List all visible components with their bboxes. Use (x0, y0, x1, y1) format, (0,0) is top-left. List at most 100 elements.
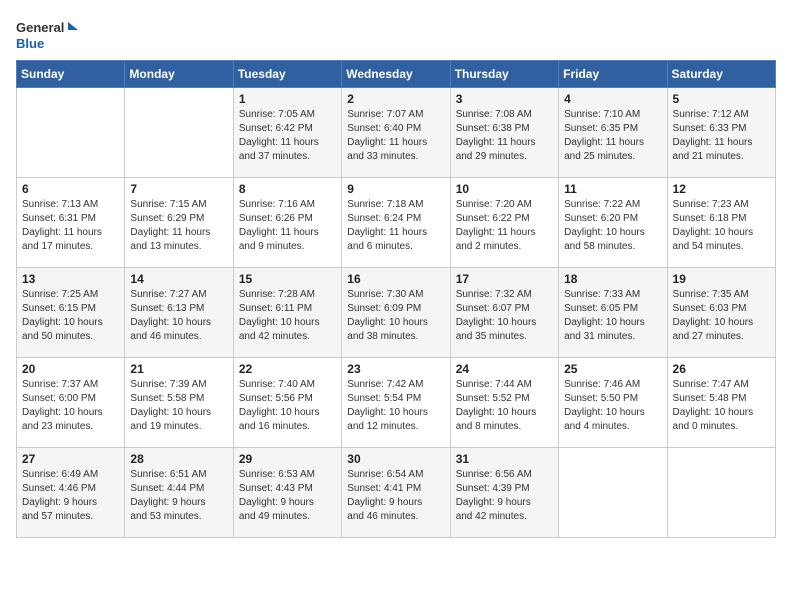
day-number: 29 (239, 452, 336, 466)
day-number: 5 (673, 92, 770, 106)
day-info: Sunrise: 6:54 AM Sunset: 4:41 PM Dayligh… (347, 468, 444, 524)
day-info: Sunrise: 7:12 AM Sunset: 6:33 PM Dayligh… (673, 108, 770, 164)
day-info: Sunrise: 7:16 AM Sunset: 6:26 PM Dayligh… (239, 198, 336, 254)
day-info: Sunrise: 6:49 AM Sunset: 4:46 PM Dayligh… (22, 468, 119, 524)
calendar-day-cell: 23 Sunrise: 7:42 AM Sunset: 5:54 PM Dayli… (342, 358, 450, 448)
calendar-day-cell: 19Sunrise: 7:35 AM Sunset: 6:03 PM Dayli… (667, 268, 775, 358)
calendar-day-cell: 7 Sunrise: 7:15 AM Sunset: 6:29 PM Daylig… (125, 178, 233, 268)
calendar-day-cell: 10 Sunrise: 7:20 AM Sunset: 6:22 PM Dayli… (450, 178, 558, 268)
calendar-day-cell: 25 Sunrise: 7:46 AM Sunset: 5:50 PM Dayli… (559, 358, 667, 448)
calendar-day-cell: 5 Sunrise: 7:12 AM Sunset: 6:33 PM Daylig… (667, 88, 775, 178)
logo: GeneralBlue (16, 16, 81, 52)
day-number: 17 (456, 272, 553, 286)
day-number: 3 (456, 92, 553, 106)
calendar-day-cell: 6Sunrise: 7:13 AM Sunset: 6:31 PM Daylig… (17, 178, 125, 268)
day-info: Sunrise: 7:33 AM Sunset: 6:05 PM Dayligh… (564, 288, 661, 344)
calendar-day-cell: 2Sunrise: 7:07 AM Sunset: 6:40 PM Daylig… (342, 88, 450, 178)
day-number: 27 (22, 452, 119, 466)
day-info: Sunrise: 7:37 AM Sunset: 6:00 PM Dayligh… (22, 378, 119, 434)
day-number: 30 (347, 452, 444, 466)
day-info: Sunrise: 7:46 AM Sunset: 5:50 PM Dayligh… (564, 378, 661, 434)
day-number: 1 (239, 92, 336, 106)
calendar-day-cell: 31 Sunrise: 6:56 AM Sunset: 4:39 PM Dayli… (450, 448, 558, 538)
day-info: Sunrise: 6:56 AM Sunset: 4:39 PM Dayligh… (456, 468, 553, 524)
calendar-header-cell: Sunday (17, 61, 125, 88)
day-number: 21 (130, 362, 227, 376)
calendar-day-cell: 30 Sunrise: 6:54 AM Sunset: 4:41 PM Dayli… (342, 448, 450, 538)
day-info: Sunrise: 7:42 AM Sunset: 5:54 PM Dayligh… (347, 378, 444, 434)
calendar-header-cell: Saturday (667, 61, 775, 88)
day-info: Sunrise: 7:18 AM Sunset: 6:24 PM Dayligh… (347, 198, 444, 254)
calendar-day-cell: 14 Sunrise: 7:27 AM Sunset: 6:13 PM Dayli… (125, 268, 233, 358)
day-number: 11 (564, 182, 661, 196)
logo-icon: GeneralBlue (16, 16, 81, 52)
day-number: 7 (130, 182, 227, 196)
calendar-day-cell: 1 Sunrise: 7:05 AM Sunset: 6:42 PM Daylig… (233, 88, 341, 178)
calendar-day-cell: 9Sunrise: 7:18 AM Sunset: 6:24 PM Daylig… (342, 178, 450, 268)
calendar-header-row: SundayMondayTuesdayWednesdayThursdayFrid… (17, 61, 776, 88)
calendar-day-cell: 20 Sunrise: 7:37 AM Sunset: 6:00 PM Dayli… (17, 358, 125, 448)
day-info: Sunrise: 7:05 AM Sunset: 6:42 PM Dayligh… (239, 108, 336, 164)
day-number: 8 (239, 182, 336, 196)
calendar-day-cell: 13 Sunrise: 7:25 AM Sunset: 6:15 PM Dayli… (17, 268, 125, 358)
calendar-day-cell: 28Sunrise: 6:51 AM Sunset: 4:44 PM Dayli… (125, 448, 233, 538)
calendar-day-cell: 15Sunrise: 7:28 AM Sunset: 6:11 PM Dayli… (233, 268, 341, 358)
day-info: Sunrise: 7:10 AM Sunset: 6:35 PM Dayligh… (564, 108, 661, 164)
day-number: 19 (673, 272, 770, 286)
calendar-day-cell: 8 Sunrise: 7:16 AM Sunset: 6:26 PM Daylig… (233, 178, 341, 268)
calendar-day-cell (559, 448, 667, 538)
calendar-day-cell: 21Sunrise: 7:39 AM Sunset: 5:58 PM Dayli… (125, 358, 233, 448)
day-number: 28 (130, 452, 227, 466)
calendar-header-cell: Friday (559, 61, 667, 88)
calendar-day-cell: 12 Sunrise: 7:23 AM Sunset: 6:18 PM Dayli… (667, 178, 775, 268)
day-number: 4 (564, 92, 661, 106)
day-number: 10 (456, 182, 553, 196)
day-number: 16 (347, 272, 444, 286)
calendar-day-cell: 22 Sunrise: 7:40 AM Sunset: 5:56 PM Dayli… (233, 358, 341, 448)
calendar-day-cell: 16 Sunrise: 7:30 AM Sunset: 6:09 PM Dayli… (342, 268, 450, 358)
day-number: 15 (239, 272, 336, 286)
day-number: 13 (22, 272, 119, 286)
svg-text:General: General (16, 20, 64, 35)
day-info: Sunrise: 6:53 AM Sunset: 4:43 PM Dayligh… (239, 468, 336, 524)
calendar-week-row: 1 Sunrise: 7:05 AM Sunset: 6:42 PM Daylig… (17, 88, 776, 178)
calendar-header-cell: Tuesday (233, 61, 341, 88)
day-info: Sunrise: 7:08 AM Sunset: 6:38 PM Dayligh… (456, 108, 553, 164)
calendar-header-cell: Thursday (450, 61, 558, 88)
day-number: 23 (347, 362, 444, 376)
calendar-day-cell (17, 88, 125, 178)
day-number: 31 (456, 452, 553, 466)
calendar-day-cell: 18 Sunrise: 7:33 AM Sunset: 6:05 PM Dayli… (559, 268, 667, 358)
day-number: 22 (239, 362, 336, 376)
day-number: 6 (22, 182, 119, 196)
day-info: Sunrise: 7:15 AM Sunset: 6:29 PM Dayligh… (130, 198, 227, 254)
calendar-week-row: 13 Sunrise: 7:25 AM Sunset: 6:15 PM Dayli… (17, 268, 776, 358)
day-info: Sunrise: 7:40 AM Sunset: 5:56 PM Dayligh… (239, 378, 336, 434)
day-info: Sunrise: 7:44 AM Sunset: 5:52 PM Dayligh… (456, 378, 553, 434)
day-number: 20 (22, 362, 119, 376)
calendar-header-cell: Wednesday (342, 61, 450, 88)
calendar-day-cell: 26Sunrise: 7:47 AM Sunset: 5:48 PM Dayli… (667, 358, 775, 448)
calendar-day-cell: 29 Sunrise: 6:53 AM Sunset: 4:43 PM Dayli… (233, 448, 341, 538)
day-info: Sunrise: 7:20 AM Sunset: 6:22 PM Dayligh… (456, 198, 553, 254)
day-number: 25 (564, 362, 661, 376)
day-info: Sunrise: 7:22 AM Sunset: 6:20 PM Dayligh… (564, 198, 661, 254)
calendar-day-cell: 24 Sunrise: 7:44 AM Sunset: 5:52 PM Dayli… (450, 358, 558, 448)
day-info: Sunrise: 7:25 AM Sunset: 6:15 PM Dayligh… (22, 288, 119, 344)
calendar-day-cell (667, 448, 775, 538)
calendar-day-cell: 3 Sunrise: 7:08 AM Sunset: 6:38 PM Daylig… (450, 88, 558, 178)
day-info: Sunrise: 7:07 AM Sunset: 6:40 PM Dayligh… (347, 108, 444, 164)
day-number: 14 (130, 272, 227, 286)
day-number: 24 (456, 362, 553, 376)
day-info: Sunrise: 7:32 AM Sunset: 6:07 PM Dayligh… (456, 288, 553, 344)
calendar-day-cell: 4 Sunrise: 7:10 AM Sunset: 6:35 PM Daylig… (559, 88, 667, 178)
calendar-week-row: 27 Sunrise: 6:49 AM Sunset: 4:46 PM Dayli… (17, 448, 776, 538)
calendar-header-cell: Monday (125, 61, 233, 88)
day-info: Sunrise: 7:30 AM Sunset: 6:09 PM Dayligh… (347, 288, 444, 344)
day-number: 12 (673, 182, 770, 196)
calendar-week-row: 20 Sunrise: 7:37 AM Sunset: 6:00 PM Dayli… (17, 358, 776, 448)
day-info: Sunrise: 7:27 AM Sunset: 6:13 PM Dayligh… (130, 288, 227, 344)
day-number: 18 (564, 272, 661, 286)
day-info: Sunrise: 7:23 AM Sunset: 6:18 PM Dayligh… (673, 198, 770, 254)
calendar-body: 1 Sunrise: 7:05 AM Sunset: 6:42 PM Daylig… (17, 88, 776, 538)
